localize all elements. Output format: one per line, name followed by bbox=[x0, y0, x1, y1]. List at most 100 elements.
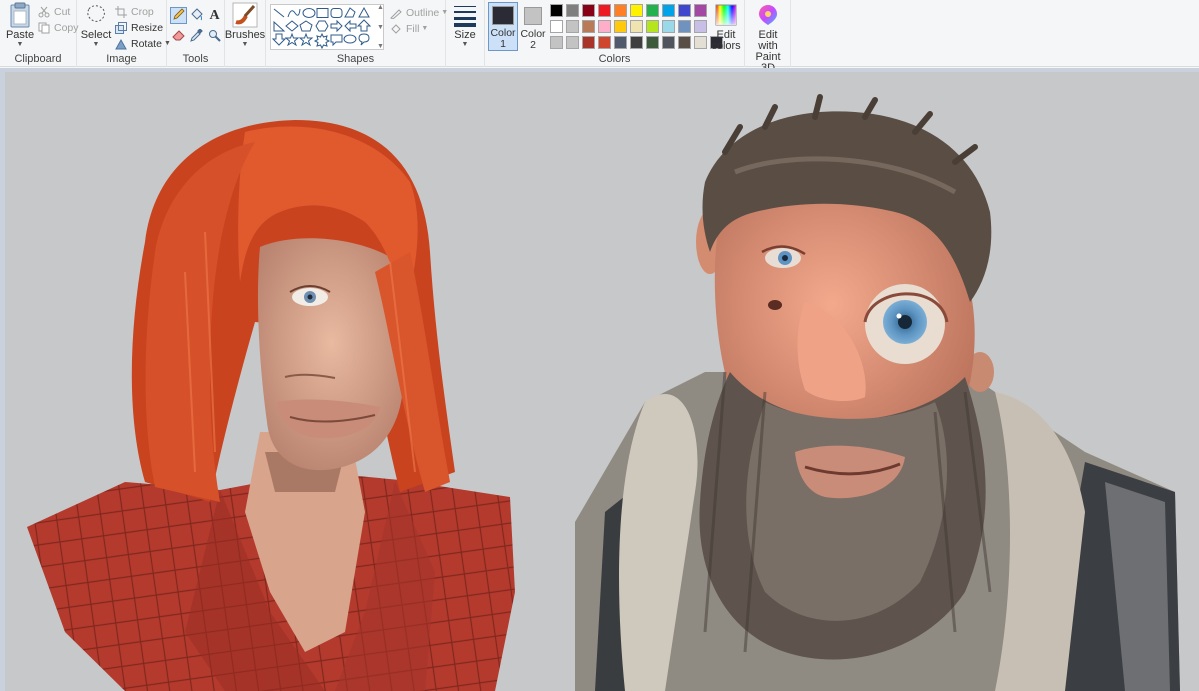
palette-swatch[interactable] bbox=[662, 20, 675, 33]
fill-label: Fill bbox=[406, 22, 420, 35]
palette-swatch[interactable] bbox=[614, 20, 627, 33]
tools-group: A Tools bbox=[167, 0, 225, 67]
shapes-group-label: Shapes bbox=[336, 53, 375, 65]
paste-dropdown-icon[interactable]: ▼ bbox=[17, 41, 24, 49]
work-area bbox=[0, 68, 1199, 691]
pencil-tool[interactable] bbox=[170, 7, 187, 24]
rotate-button[interactable]: Rotate ▼ bbox=[114, 36, 171, 51]
select-label: Select bbox=[80, 29, 112, 41]
palette-swatch[interactable] bbox=[566, 4, 579, 17]
palette-swatch[interactable] bbox=[694, 36, 707, 49]
select-dropdown-icon[interactable]: ▼ bbox=[93, 41, 100, 49]
expand-gallery-icon[interactable]: ▼ bbox=[377, 43, 384, 50]
clipboard-group: Paste ▼ Cut Copy Clipboard bbox=[0, 0, 79, 67]
color2-swatch bbox=[524, 7, 542, 25]
palette-swatch[interactable] bbox=[646, 20, 659, 33]
tools-group-label: Tools bbox=[182, 53, 209, 65]
cut-button[interactable]: Cut bbox=[37, 4, 70, 19]
palette-swatch[interactable] bbox=[614, 36, 627, 49]
clipboard-group-label: Clipboard bbox=[14, 53, 62, 65]
eyedropper-icon bbox=[190, 27, 203, 45]
palette-swatch[interactable] bbox=[678, 36, 691, 49]
palette-swatch[interactable] bbox=[582, 36, 595, 49]
palette-swatch[interactable] bbox=[614, 4, 627, 17]
palette-swatch[interactable] bbox=[582, 4, 595, 17]
palette-swatch[interactable] bbox=[550, 36, 563, 49]
painting-artwork bbox=[27, 94, 1180, 691]
brushes-dropdown-icon[interactable]: ▼ bbox=[242, 41, 249, 49]
magnifier-icon bbox=[208, 29, 221, 45]
palette-swatch[interactable] bbox=[646, 36, 659, 49]
rotate-icon bbox=[114, 37, 128, 51]
outline-label: Outline bbox=[406, 6, 440, 19]
copy-button[interactable]: Copy bbox=[37, 20, 79, 35]
palette-swatch[interactable] bbox=[582, 20, 595, 33]
edit-colors-button[interactable]: Edit colors bbox=[708, 2, 744, 52]
drawing-canvas[interactable] bbox=[5, 72, 1199, 691]
magnifier-tool[interactable] bbox=[206, 28, 223, 45]
text-tool[interactable]: A bbox=[206, 7, 223, 24]
palette-swatch[interactable] bbox=[550, 4, 563, 17]
copy-icon bbox=[37, 21, 51, 35]
palette-swatch[interactable] bbox=[598, 20, 611, 33]
color1-swatch bbox=[492, 6, 514, 25]
edit-with-paint3d-button[interactable]: Edit with Paint 3D bbox=[747, 2, 789, 74]
text-icon: A bbox=[209, 7, 220, 23]
palette-swatch[interactable] bbox=[630, 36, 643, 49]
shapes-gallery bbox=[270, 4, 384, 50]
fill-dropdown-icon: ▼ bbox=[421, 24, 429, 32]
color1-label: Color 1 bbox=[490, 27, 516, 50]
size-dropdown-icon[interactable]: ▼ bbox=[462, 41, 469, 49]
palette-swatch[interactable] bbox=[694, 4, 707, 17]
resize-label: Resize bbox=[131, 21, 164, 34]
outline-button[interactable]: Outline ▼ bbox=[389, 5, 448, 20]
palette-swatch[interactable] bbox=[694, 20, 707, 33]
color-picker-tool[interactable] bbox=[188, 27, 205, 45]
brush-icon bbox=[232, 2, 258, 28]
fill-tool[interactable] bbox=[188, 7, 205, 24]
palette-swatch[interactable] bbox=[566, 20, 579, 33]
palette-swatch[interactable] bbox=[598, 4, 611, 17]
palette-swatch[interactable] bbox=[598, 36, 611, 49]
palette-swatch[interactable] bbox=[678, 20, 691, 33]
eraser-tool[interactable] bbox=[170, 28, 187, 45]
color-wheel-icon bbox=[713, 2, 739, 28]
brushes-button[interactable]: Brushes ▼ bbox=[225, 2, 265, 49]
crop-button[interactable]: Crop bbox=[114, 4, 154, 19]
palette-swatch[interactable] bbox=[662, 4, 675, 17]
palette-swatch[interactable] bbox=[630, 4, 643, 17]
shapes-gallery-icons bbox=[271, 6, 372, 49]
ribbon: Paste ▼ Cut Copy Clipboard Select ▼ Crop… bbox=[0, 0, 1199, 74]
eraser-icon bbox=[172, 29, 185, 45]
clipboard-icon bbox=[7, 2, 33, 28]
size-group: Size ▼ bbox=[446, 0, 485, 67]
palette-swatch[interactable] bbox=[550, 20, 563, 33]
color2-label: Color 2 bbox=[520, 28, 546, 51]
image-group: Select ▼ Crop Resize Rotate ▼ Image bbox=[77, 0, 171, 67]
color1-button[interactable]: Color 1 bbox=[488, 2, 518, 51]
palette-swatch[interactable] bbox=[630, 20, 643, 33]
cut-label: Cut bbox=[54, 5, 71, 18]
colors-group-label: Colors bbox=[598, 53, 631, 65]
size-label: Size bbox=[454, 29, 476, 41]
paste-button[interactable]: Paste ▼ bbox=[6, 2, 34, 49]
woman-portrait bbox=[27, 120, 515, 691]
palette-swatch[interactable] bbox=[662, 36, 675, 49]
palette-swatch[interactable] bbox=[678, 4, 691, 17]
bearded-man-portrait bbox=[575, 94, 1180, 691]
brushes-group: Brushes ▼ bbox=[225, 0, 266, 67]
resize-button[interactable]: Resize bbox=[114, 20, 163, 35]
fill-button[interactable]: Fill ▼ bbox=[389, 21, 428, 36]
paste-label: Paste bbox=[5, 29, 35, 41]
freeform-select-icon bbox=[83, 2, 109, 28]
shapes-scroll[interactable]: ▲ ▼ ▼ bbox=[376, 4, 385, 50]
paint3d-icon bbox=[755, 2, 781, 28]
color2-button[interactable]: Color 2 bbox=[518, 2, 548, 51]
crop-label: Crop bbox=[131, 5, 154, 18]
scroll-down-icon[interactable]: ▼ bbox=[377, 24, 384, 31]
palette-swatch[interactable] bbox=[566, 36, 579, 49]
scroll-up-icon[interactable]: ▲ bbox=[377, 4, 384, 11]
size-button[interactable]: Size ▼ bbox=[450, 2, 480, 49]
palette-swatch[interactable] bbox=[646, 4, 659, 17]
select-button[interactable]: Select ▼ bbox=[81, 2, 111, 49]
